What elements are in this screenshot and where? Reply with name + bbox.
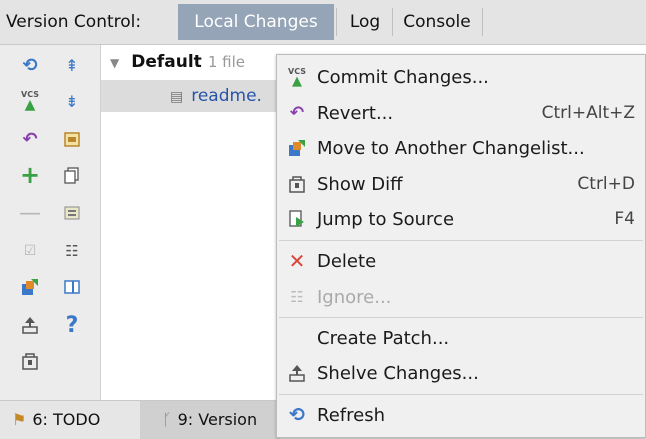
move-changelist-icon[interactable] <box>18 275 42 299</box>
tool-window-tabbar: Version Control: Local Changes Log Conso… <box>0 0 646 45</box>
changed-file-row[interactable]: ▤ readme. <box>170 80 262 112</box>
diff-icon <box>285 172 309 196</box>
menu-label: Commit Changes... <box>317 66 489 88</box>
jump-to-source-icon <box>285 207 309 231</box>
collapse-all-icon[interactable]: ⇟ <box>60 89 84 113</box>
version-control-label: 9: Version <box>177 410 258 429</box>
menu-label: Ignore... <box>317 286 392 308</box>
changelist-count: 1 file <box>207 53 245 71</box>
menu-separator <box>279 317 643 318</box>
revert-icon: ↶ <box>289 103 305 123</box>
menu-separator <box>279 394 643 395</box>
todo-icon: ⚑ <box>12 410 27 429</box>
version-control-label: Version Control: <box>6 12 142 32</box>
menu-item-create-patch[interactable]: Create Patch... <box>277 321 645 355</box>
menu-label: Jump to Source <box>317 208 455 230</box>
tab-console[interactable]: Console <box>394 4 480 40</box>
file-name: readme. <box>191 86 262 106</box>
changelist-icon[interactable] <box>60 127 84 151</box>
commit-icon: VCS ▲ <box>288 66 306 89</box>
shelve-icon <box>285 361 309 385</box>
changelist-name: Default <box>131 52 202 72</box>
menu-shortcut: F4 <box>614 209 635 229</box>
ignore-icon: ☷ <box>290 288 304 306</box>
tab-divider <box>336 8 337 36</box>
menu-label: Revert... <box>317 102 394 124</box>
menu-item-show-diff[interactable]: Show Diff Ctrl+D <box>277 167 645 201</box>
expand-all-icon[interactable]: ⇞ <box>60 53 84 77</box>
menu-item-refresh[interactable]: ⟲ Refresh <box>277 398 645 432</box>
revert-icon[interactable]: ↶ <box>18 127 42 151</box>
menu-item-commit-changes[interactable]: VCS ▲ Commit Changes... <box>277 60 645 94</box>
refresh-icon[interactable]: ⟲ <box>18 53 42 77</box>
changelist-default[interactable]: ▼ Default 1 file <box>110 46 245 78</box>
menu-label: Create Patch... <box>317 327 450 349</box>
preview-icon[interactable] <box>60 275 84 299</box>
delete-icon: ✕ <box>288 249 306 273</box>
menu-item-revert[interactable]: ↶ Revert... Ctrl+Alt+Z <box>277 96 645 130</box>
menu-separator <box>279 240 643 241</box>
group-by-icon[interactable]: ☷ <box>60 239 84 263</box>
tab-divider <box>482 8 483 36</box>
tab-local-changes[interactable]: Local Changes <box>178 4 334 40</box>
checkbox-icon[interactable]: ☑ <box>18 239 42 263</box>
text-file-icon: ▤ <box>170 89 184 105</box>
menu-label: Delete <box>317 250 377 272</box>
add-icon[interactable]: + <box>18 161 42 189</box>
diff-icon[interactable] <box>18 349 42 373</box>
menu-shortcut: Ctrl+D <box>577 174 635 194</box>
help-icon[interactable]: ? <box>60 313 84 338</box>
menu-item-jump-to-source[interactable]: Jump to Source F4 <box>277 202 645 236</box>
menu-label: Shelve Changes... <box>317 362 479 384</box>
menu-label: Move to Another Changelist... <box>317 137 585 159</box>
todo-tab[interactable]: ⚑ 6: TODO <box>12 401 100 439</box>
details-icon[interactable] <box>60 201 84 225</box>
menu-label: Refresh <box>317 404 385 426</box>
version-control-tab[interactable]: ᚴ 9: Version <box>140 401 280 439</box>
tab-divider <box>392 8 393 36</box>
copy-icon[interactable] <box>60 163 84 187</box>
commit-icon[interactable]: VCS ▲ <box>18 89 42 113</box>
menu-item-shelve-changes[interactable]: Shelve Changes... <box>277 356 645 390</box>
changes-toolbar: ⟲ VCS ▲ ↶ + — ☑ ⇞ ⇟ ☷ ? <box>0 45 101 400</box>
menu-label: Show Diff <box>317 173 403 195</box>
remove-icon[interactable]: — <box>18 201 42 226</box>
menu-item-delete[interactable]: ✕ Delete <box>277 244 645 278</box>
chevron-down-icon[interactable]: ▼ <box>110 56 119 70</box>
refresh-icon: ⟲ <box>289 404 305 426</box>
menu-item-move-changelist[interactable]: Move to Another Changelist... <box>277 131 645 165</box>
menu-item-ignore[interactable]: ☷ Ignore... <box>277 280 645 314</box>
context-menu: VCS ▲ Commit Changes... ↶ Revert... Ctrl… <box>276 54 646 438</box>
shelve-icon[interactable] <box>18 313 42 337</box>
branch-icon: ᚴ <box>162 410 172 429</box>
todo-label: 6: TODO <box>32 410 101 429</box>
menu-shortcut: Ctrl+Alt+Z <box>541 103 635 123</box>
move-changelist-icon <box>285 136 309 160</box>
tab-log[interactable]: Log <box>340 4 390 40</box>
